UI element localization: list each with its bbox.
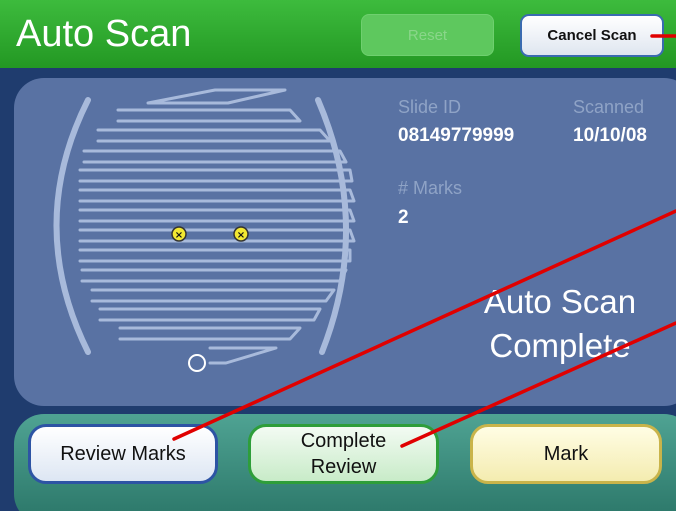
complete-review-label-line2: Review bbox=[310, 456, 377, 478]
auto-scan-screen: Auto Scan Reset Cancel Scan × × Slide ID… bbox=[0, 0, 676, 511]
review-marks-label: Review Marks bbox=[60, 443, 186, 465]
scanned-value: 10/10/08 bbox=[573, 125, 647, 146]
mark-marker[interactable]: × bbox=[233, 226, 249, 242]
complete-review-label-line1: Complete bbox=[300, 430, 387, 452]
scan-start-marker bbox=[188, 354, 206, 372]
scanned-label: Scanned bbox=[573, 97, 645, 117]
scan-status-line1: Auto Scan bbox=[483, 283, 637, 320]
mark-marker[interactable]: × bbox=[171, 226, 187, 242]
mark-label: Mark bbox=[543, 443, 589, 465]
svg-text:×: × bbox=[175, 230, 183, 241]
scan-status-text: Auto Scan Complete bbox=[440, 280, 676, 368]
marks-count-value: 2 bbox=[398, 207, 409, 228]
complete-review-button[interactable]: Complete Review bbox=[248, 424, 439, 484]
scan-status-line2: Complete bbox=[489, 327, 631, 364]
svg-text:×: × bbox=[237, 230, 245, 241]
mark-button[interactable]: Mark bbox=[470, 424, 662, 484]
scan-path bbox=[53, 88, 356, 365]
slide-id-label: Slide ID bbox=[398, 97, 462, 117]
review-marks-button[interactable]: Review Marks bbox=[28, 424, 218, 484]
marks-count-label: # Marks bbox=[398, 178, 463, 198]
slide-id-value: 08149779999 bbox=[398, 125, 515, 146]
